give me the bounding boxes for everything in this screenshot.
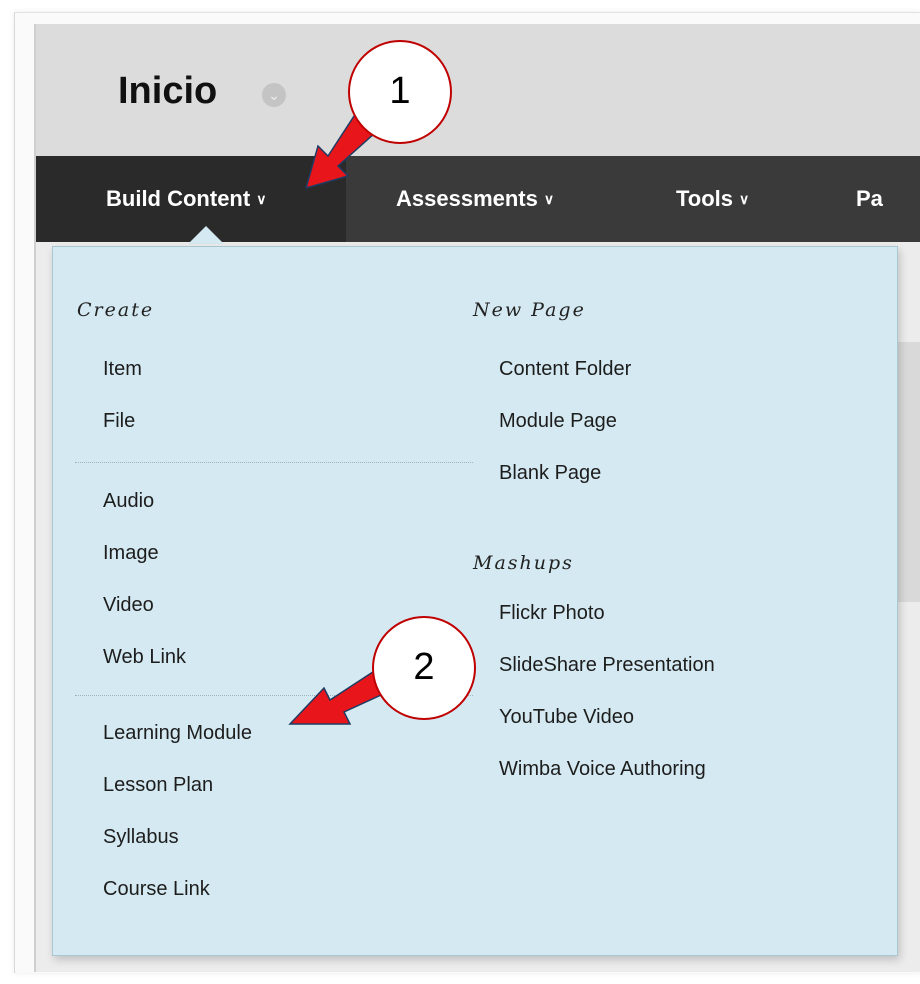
annotation-arrows [288, 108, 393, 725]
callout-2: 2 [372, 616, 476, 720]
callout-1: 1 [348, 40, 452, 144]
